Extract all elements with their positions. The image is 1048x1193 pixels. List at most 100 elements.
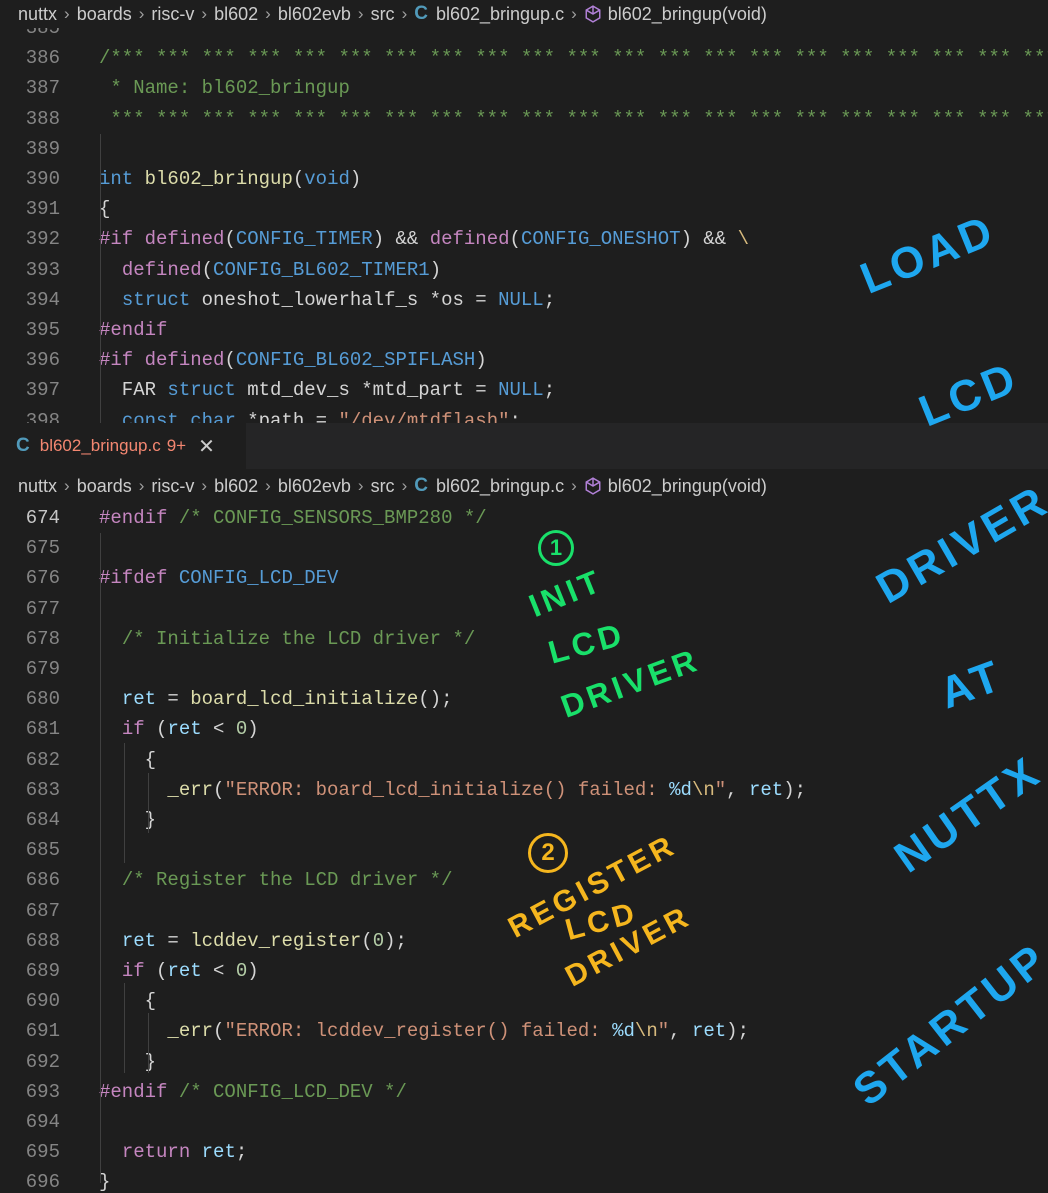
code-token: FAR	[99, 379, 168, 402]
code-line[interactable]: 385	[0, 28, 1048, 43]
code-line[interactable]: 683 _err("ERROR: board_lcd_initialize() …	[0, 775, 1048, 805]
line-number: 392	[25, 228, 60, 251]
code-line[interactable]: 686 /* Register the LCD driver */	[0, 865, 1048, 895]
step-number-badge: 2	[528, 833, 568, 873]
line-number: 689	[25, 960, 60, 982]
code-token: "ERROR: lcddev_register() failed:	[224, 1020, 613, 1043]
close-icon[interactable]: ✕	[198, 434, 215, 459]
breadcrumb-item[interactable]: bl602	[214, 476, 258, 497]
code-line[interactable]: 395 #endif	[0, 315, 1048, 345]
code-text: _err("ERROR: board_lcd_initialize() fail…	[99, 775, 806, 805]
breadcrumb-file[interactable]: bl602_bringup.c	[436, 476, 564, 497]
code-token: CONFIG_BL602_SPIFLASH	[235, 349, 476, 372]
line-number: 691	[25, 1020, 60, 1043]
line-number: 674	[25, 507, 60, 529]
code-text: * Name: bl602_bringup	[99, 73, 349, 103]
breadcrumb-item[interactable]: bl602evb	[278, 4, 351, 25]
line-number: 398	[25, 409, 60, 423]
code-line[interactable]: 682 {	[0, 745, 1048, 775]
code-text: ret = lcddev_register(0);	[99, 926, 407, 956]
breadcrumb-item[interactable]: risc-v	[151, 4, 194, 25]
breadcrumb-item[interactable]: risc-v	[151, 476, 194, 497]
code-token: (	[213, 1020, 225, 1043]
breadcrumb-item[interactable]: boards	[77, 476, 132, 497]
code-line[interactable]: 386 /*** *** *** *** *** *** *** *** *** …	[0, 43, 1048, 73]
code-token: );	[384, 929, 407, 952]
breadcrumb-symbol[interactable]: bl602_bringup(void)	[608, 4, 767, 25]
code-token: *** *** *** *** *** *** *** *** *** *** …	[110, 107, 1048, 130]
code-line[interactable]: 681 if (ret < 0)	[0, 714, 1048, 744]
code-line[interactable]: 389	[0, 134, 1048, 164]
code-line[interactable]: 694	[0, 1107, 1048, 1137]
code-token: struct	[167, 379, 236, 402]
chevron-right-icon: ›	[571, 476, 577, 495]
line-number: 682	[25, 748, 60, 771]
code-line[interactable]: 678 /* Initialize the LCD driver */	[0, 624, 1048, 654]
code-token: ret	[167, 718, 202, 741]
code-line[interactable]: 387 * Name: bl602_bringup	[0, 73, 1048, 103]
breadcrumb-file[interactable]: bl602_bringup.c	[436, 4, 564, 25]
code-line[interactable]: 679	[0, 654, 1048, 684]
chevron-right-icon: ›	[357, 4, 364, 23]
code-token: )	[247, 718, 259, 741]
breadcrumb-item[interactable]: src	[371, 476, 395, 497]
code-token: void	[304, 168, 350, 190]
editor-top-pane[interactable]: 385 386 /*** *** *** *** *** *** *** *** *…	[0, 28, 1048, 423]
chevron-right-icon: ›	[64, 4, 70, 23]
code-token: ) &&	[372, 228, 430, 251]
chevron-right-icon: ›	[265, 476, 271, 495]
code-token: ret	[121, 688, 157, 711]
code-line[interactable]: 674 #endif /* CONFIG_SENSORS_BMP280 */	[0, 503, 1048, 533]
code-token: (	[361, 929, 373, 952]
code-token: (	[292, 168, 305, 190]
code-line[interactable]: 695 return ret;	[0, 1137, 1048, 1167]
tab-bl602-bringup[interactable]: C bl602_bringup.c 9+ ✕	[0, 423, 246, 469]
line-number: 394	[25, 288, 60, 311]
breadcrumb-item[interactable]: nuttx	[18, 4, 57, 25]
code-line[interactable]: 390 int bl602_bringup(void)	[0, 164, 1048, 194]
breadcrumb-item[interactable]: bl602	[214, 4, 258, 25]
problem-count-badge: 9+	[166, 436, 187, 455]
line-number: 675	[25, 537, 60, 560]
breadcrumb-item[interactable]: bl602evb	[278, 476, 351, 497]
code-token: CONFIG_ONESHOT	[520, 228, 681, 251]
code-token: 0	[235, 960, 248, 982]
code-line[interactable]: 684 }	[0, 805, 1048, 835]
breadcrumb-top: nuttx › boards › risc-v › bl602 › bl602evb › …	[0, 0, 1048, 28]
chevron-right-icon: ›	[265, 4, 271, 23]
line-number: 678	[25, 627, 60, 650]
symbol-method-icon	[585, 5, 601, 23]
code-line[interactable]: 391{	[0, 194, 1048, 224]
code-line[interactable]: 396 #if defined(CONFIG_BL602_SPIFLASH)	[0, 345, 1048, 375]
code-token: <	[201, 960, 236, 982]
breadcrumb-item[interactable]: src	[371, 4, 395, 25]
code-token: char	[190, 409, 236, 423]
code-token: defined	[144, 349, 225, 372]
code-line[interactable]: 398 const char *path = "/dev/mtdflash";	[0, 406, 1048, 423]
code-line[interactable]: 696}	[0, 1167, 1048, 1193]
breadcrumb-item[interactable]: boards	[77, 4, 132, 25]
code-line[interactable]: 690 {	[0, 986, 1048, 1016]
code-token: ret	[121, 929, 157, 952]
code-token: "ERROR: board_lcd_initialize() failed:	[224, 778, 670, 801]
breadcrumb-item[interactable]: nuttx	[18, 476, 57, 497]
code-line[interactable]: 397 FAR struct mtd_dev_s *mtd_part = NUL…	[0, 375, 1048, 405]
code-token: bl602_bringup	[144, 168, 293, 190]
code-text: /* Register the LCD driver */	[99, 865, 453, 895]
code-line[interactable]: 689 if (ret < 0)	[0, 956, 1048, 986]
code-line[interactable]: 680 ret = board_lcd_initialize();	[0, 684, 1048, 714]
line-number: 677	[25, 597, 60, 620]
line-number: 695	[25, 1141, 60, 1164]
line-number: 679	[25, 658, 60, 680]
code-line[interactable]: 388 *** *** *** *** *** *** *** *** *** …	[0, 104, 1048, 134]
code-token: ) &&	[680, 228, 738, 251]
line-number: 386	[25, 47, 60, 70]
code-token: ret	[167, 960, 202, 982]
breadcrumb-symbol[interactable]: bl602_bringup(void)	[608, 476, 767, 497]
code-text: /* Initialize the LCD driver */	[99, 624, 475, 654]
